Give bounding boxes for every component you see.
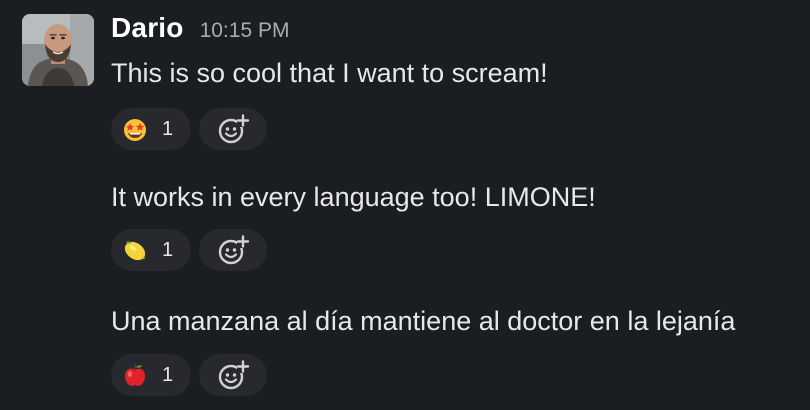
reaction-pill-lemon[interactable]: 1	[111, 229, 191, 271]
add-reaction-button[interactable]	[199, 229, 267, 271]
reaction-count: 1	[162, 363, 174, 386]
reaction-count: 1	[162, 117, 174, 140]
message-header: Dario 10:15 PM	[111, 12, 289, 48]
avatar-image	[22, 14, 94, 86]
reaction-pill-star-struck[interactable]: 1	[111, 108, 191, 150]
add-reaction-icon	[218, 235, 250, 265]
star-struck-emoji	[124, 119, 146, 141]
lemon-emoji	[124, 241, 146, 261]
reaction-bar: 1	[111, 108, 267, 150]
add-reaction-icon	[218, 114, 250, 144]
reaction-bar: 1	[111, 229, 267, 271]
reaction-count: 1	[162, 238, 174, 261]
add-reaction-button[interactable]	[199, 108, 267, 150]
message-timestamp[interactable]: 10:15 PM	[200, 19, 290, 43]
message-text: Una manzana al día mantiene al doctor en…	[111, 306, 736, 336]
reaction-pill-apple[interactable]: 1	[111, 354, 191, 396]
add-reaction-button[interactable]	[199, 354, 267, 396]
reaction-bar: 1	[111, 354, 267, 396]
avatar[interactable]	[22, 14, 94, 86]
message-text: This is so cool that I want to scream!	[111, 58, 548, 88]
message-group: Dario 10:15 PM This is so cool that I wa…	[0, 0, 810, 410]
sender-name[interactable]: Dario	[111, 12, 184, 44]
add-reaction-icon	[218, 360, 250, 390]
message-text: It works in every language too! LIMONE!	[111, 182, 596, 212]
red-apple-emoji	[125, 364, 145, 386]
